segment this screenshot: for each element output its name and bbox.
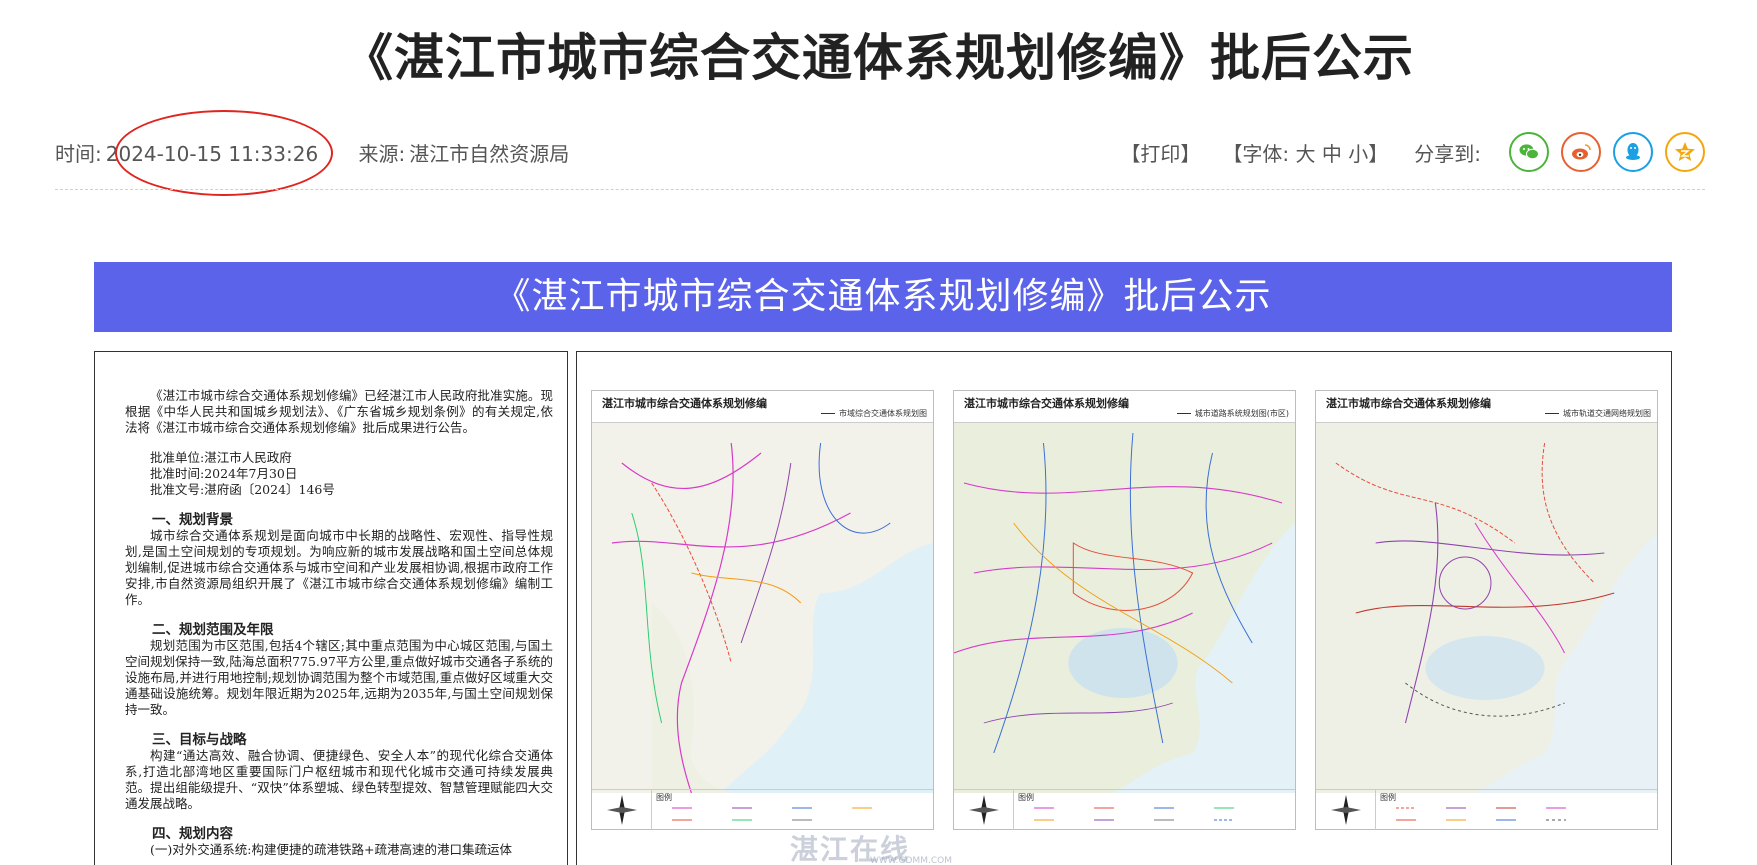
map-road [954, 423, 1295, 793]
map-card-road: 湛江市城市综合交通体系规划修编 城市道路系统规划图(市区) 图例 [953, 390, 1296, 830]
compass-icon [592, 790, 652, 830]
legend-box: 图例 [1376, 790, 1657, 829]
source-value: 湛江市自然资源局 [409, 142, 570, 166]
qq-icon[interactable] [1613, 132, 1653, 172]
compass-icon [954, 790, 1014, 830]
notice-banner: 《湛江市城市综合交通体系规划修编》批后公示 [94, 262, 1672, 332]
approval-info: 批准单位:湛江市人民政府 批准时间:2024年7月30日 批准文号:湛府函〔20… [125, 450, 553, 498]
map-rail [1316, 423, 1657, 793]
map-regional [592, 423, 933, 793]
map-legend: 图例 [592, 789, 933, 830]
red-circle-annotation [115, 110, 333, 196]
meta-tools: 【打印】 【字体: 大 中 小】 分享到: [1098, 128, 1705, 176]
legend-title: 图例 [656, 793, 672, 802]
share-label: 分享到: [1414, 141, 1481, 166]
qzone-icon[interactable] [1665, 132, 1705, 172]
map-title: 湛江市城市综合交通体系规划修编 [964, 397, 1129, 410]
section-3-title: 三、目标与战略 [152, 732, 247, 748]
compass-icon [1316, 790, 1376, 830]
map-header: 湛江市城市综合交通体系规划修编 市域综合交通体系规划图 [592, 391, 933, 423]
wechat-icon[interactable] [1509, 132, 1549, 172]
notice-intro: 《湛江市城市综合交通体系规划修编》已经湛江市人民政府批准实施。现根据《中华人民共… [125, 388, 553, 435]
section-4-title: 四、规划内容 [152, 826, 233, 842]
map-legend: 图例 [954, 789, 1295, 830]
map-subtitle: 城市道路系统规划图(市区) [1177, 408, 1289, 419]
approval-unit: 批准单位:湛江市人民政府 [150, 450, 292, 465]
map-subtitle: 市域综合交通体系规划图 [821, 408, 927, 419]
map-title: 湛江市城市综合交通体系规划修编 [602, 397, 767, 410]
meta-divider [55, 189, 1705, 190]
section-2-text: 规划范围为市区范围,包括4个辖区;其中重点范围为中心城区范围,与国土空间规划保持… [125, 638, 553, 717]
notice-text-image: 《湛江市城市综合交通体系规划修编》已经湛江市人民政府批准实施。现根据《中华人民共… [94, 351, 568, 865]
article-meta: 时间: 2024-10-15 11:33:26 来源: 湛江市自然资源局 【打印】 … [55, 110, 1705, 196]
approval-doc: 批准文号:湛府函〔2024〕146号 [150, 482, 335, 497]
font-size-control[interactable]: 【字体: 大 中 小】 [1222, 138, 1388, 167]
print-button[interactable]: 【打印】 [1120, 138, 1200, 167]
weibo-icon[interactable] [1561, 132, 1601, 172]
legend-box: 图例 [1014, 790, 1295, 829]
map-subtitle: 城市轨道交通网络规划图 [1545, 408, 1651, 419]
section-1-title: 一、规划背景 [152, 512, 233, 528]
legend-title: 图例 [1380, 793, 1396, 802]
map-card-rail: 湛江市城市综合交通体系规划修编 城市轨道交通网络规划图 图例 [1315, 390, 1658, 830]
map-header: 湛江市城市综合交通体系规划修编 城市轨道交通网络规划图 [1316, 391, 1657, 423]
section-4-text: (一)对外交通系统:构建便捷的疏港铁路+疏港高速的港口集疏运体 [150, 842, 512, 857]
legend-title: 图例 [1018, 793, 1034, 802]
time-label: 时间: [55, 142, 102, 166]
legend-box: 图例 [652, 790, 933, 829]
watermark-url: WWW.GDMM.COM [870, 856, 952, 865]
section-1-text: 城市综合交通体系规划是面向城市中长期的战略性、宏观性、指导性规划,是国土空间规划… [125, 528, 553, 607]
section-3-text: 构建“通达高效、融合协调、便捷绿色、安全人本”的现代化综合交通体系,打造北部湾地… [125, 748, 553, 811]
map-card-regional: 湛江市城市综合交通体系规划修编 市域综合交通体系规划图 图例 [591, 390, 934, 830]
map-title: 湛江市城市综合交通体系规划修编 [1326, 397, 1491, 410]
page-title: 《湛江市城市综合交通体系规划修编》批后公示 [343, 29, 1414, 87]
section-2-title: 二、规划范围及年限 [152, 622, 274, 638]
source-label: 来源: [358, 142, 406, 166]
map-legend: 图例 [1316, 789, 1657, 830]
approval-time: 批准时间:2024年7月30日 [150, 466, 298, 481]
maps-image: 湛江市城市综合交通体系规划修编 市域综合交通体系规划图 图例 湛江市城市综合交通… [576, 351, 1672, 865]
map-header: 湛江市城市综合交通体系规划修编 城市道路系统规划图(市区) [954, 391, 1295, 423]
